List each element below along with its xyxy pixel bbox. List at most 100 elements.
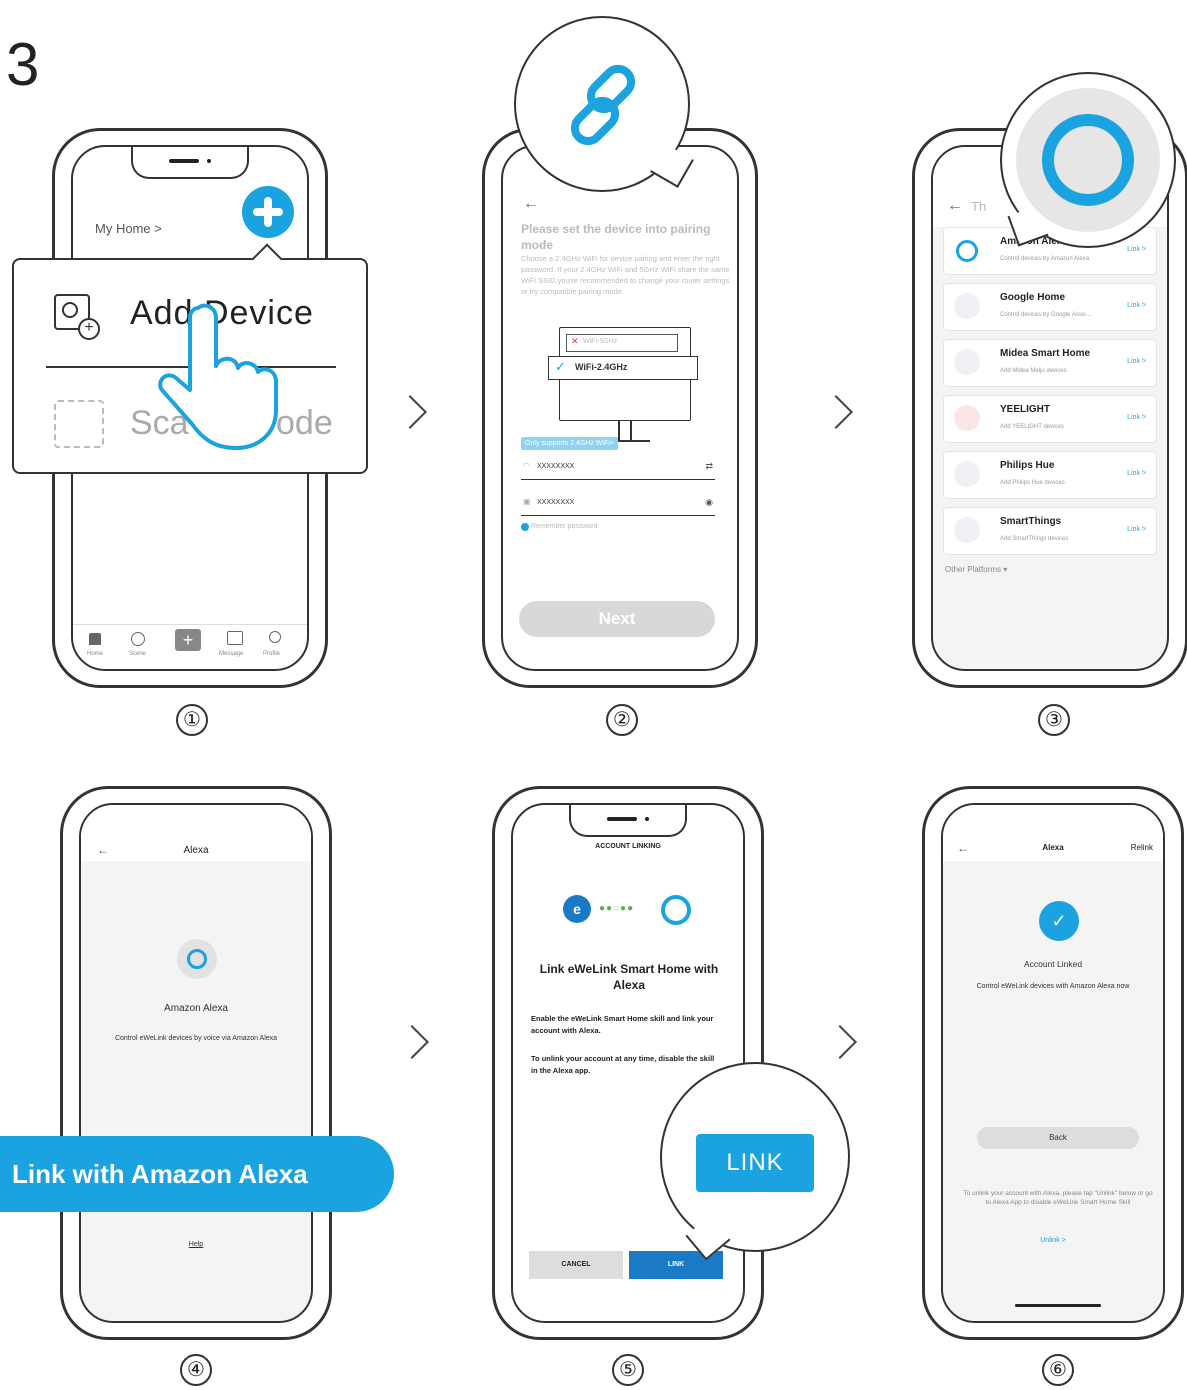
alexa-name: Amazon Alexa: [164, 1003, 228, 1014]
platform-title: SmartThings: [1000, 516, 1062, 527]
next-arrow-icon: [819, 395, 853, 429]
cancel-button[interactable]: CANCEL: [529, 1251, 623, 1279]
link-callout-bubble: LINK: [660, 1062, 850, 1261]
phone-5: ACCOUNT LINKING e ●●◌●● Link eWeLink Sma…: [492, 786, 764, 1340]
home-icon[interactable]: [89, 633, 101, 645]
link-dots: ●●◌●●: [599, 903, 635, 914]
link-chain-icon: [570, 64, 636, 146]
platform-desc: Add Midea Meiju devices: [1000, 368, 1067, 374]
step-number-1: ①: [176, 704, 208, 736]
unlink-link[interactable]: Unlink >: [943, 1237, 1163, 1244]
next-arrow-icon: [823, 1025, 857, 1059]
unlink-note: To unlink your account with Alexa, pleas…: [963, 1190, 1153, 1206]
check-icon: ✓: [555, 359, 566, 374]
platform-link[interactable]: Link >: [1127, 470, 1146, 477]
wifi-24g-option: ✓ WiFi-2.4GHz: [548, 356, 698, 380]
phone-6: ← Alexa Relink ✓ Account Linked Control …: [922, 786, 1184, 1340]
wifi-5g-label: WiFi-5GHz: [583, 338, 618, 345]
platform-desc: Control devices by Amazon Alexa: [1000, 256, 1090, 262]
step-number-5: ⑤: [612, 1354, 644, 1386]
wifi-5g-option: ✕ WiFi-5GHz: [566, 334, 678, 352]
smartthings-icon: [954, 517, 980, 543]
next-button[interactable]: Next: [519, 601, 715, 637]
linking-title: Link eWeLink Smart Home with Alexa: [539, 962, 719, 992]
platform-row[interactable]: SmartThings Add SmartThings devices Link…: [943, 507, 1157, 555]
platform-desc: Control devices by Google Assis...: [1000, 312, 1092, 318]
eye-icon[interactable]: ◉: [705, 497, 713, 508]
platform-row[interactable]: Philips Hue Add Philips Hue devices Link…: [943, 451, 1157, 499]
home-indicator: [1015, 1304, 1101, 1307]
ewelink-icon: e: [563, 895, 591, 923]
plus-button[interactable]: [242, 186, 294, 238]
platform-link[interactable]: Link >: [1127, 302, 1146, 309]
midea-icon: [954, 349, 980, 375]
step-number-3: ③: [1038, 704, 1070, 736]
success-check-icon: ✓: [1039, 901, 1079, 941]
linking-p1: Enable the eWeLink Smart Home skill and …: [531, 1014, 714, 1035]
hand-pointer-icon: [158, 303, 278, 450]
caret-down-icon: ▾: [1003, 565, 1008, 574]
link-callout-button: LINK: [696, 1134, 814, 1192]
phone-4: ← Alexa Amazon Alexa Control eWeLink dev…: [60, 786, 332, 1340]
step-header: 3: [6, 31, 40, 98]
pairing-title: Please set the device into pairing mode: [521, 222, 711, 252]
back-button[interactable]: Back: [977, 1127, 1139, 1149]
ssid-field[interactable]: ◠ XXXXXXXX ⇄: [521, 457, 715, 480]
scene-icon[interactable]: [131, 632, 145, 646]
help-link[interactable]: Help: [81, 1241, 311, 1248]
phone-2: ← Please set the device into pairing mod…: [482, 128, 758, 688]
wifi-24g-label: WiFi-2.4GHz: [575, 362, 628, 372]
nav-home-label: Home: [87, 651, 104, 657]
password-field[interactable]: ▣ XXXXXXXX ◉: [521, 493, 715, 516]
password-value: XXXXXXXX: [537, 499, 575, 506]
platform-row[interactable]: Midea Smart Home Add Midea Meiju devices…: [943, 339, 1157, 387]
home-label[interactable]: My Home >: [95, 221, 162, 236]
philips-hue-icon: [954, 461, 980, 487]
platform-title: Google Home: [1000, 292, 1066, 303]
alexa-page-title: Alexa: [183, 845, 209, 856]
linking-p2: To unlink your account at any time, disa…: [531, 1054, 715, 1075]
platform-row[interactable]: Google Home Control devices by Google As…: [943, 283, 1157, 331]
add-nav-button[interactable]: +: [175, 629, 201, 651]
google-home-icon: [954, 293, 980, 319]
profile-icon[interactable]: [269, 631, 281, 643]
checkbox-icon: [521, 523, 529, 531]
step-number-6: ⑥: [1042, 1354, 1074, 1386]
linked-desc: Control eWeLink devices with Amazon Alex…: [976, 983, 1130, 990]
platform-desc: Add SmartThings devices: [1000, 536, 1069, 542]
relink-button[interactable]: Relink: [1131, 843, 1153, 852]
link-callout-bubble: [514, 16, 694, 192]
platform-link[interactable]: Link >: [1127, 526, 1146, 533]
platform-desc: Add Philips Hue devices: [1000, 480, 1065, 486]
platform-link[interactable]: Link >: [1127, 414, 1146, 421]
message-icon[interactable]: [227, 631, 243, 645]
alexa-icon: [177, 939, 217, 979]
platform-title: Midea Smart Home: [1000, 348, 1091, 359]
back-arrow-icon[interactable]: ←: [947, 197, 963, 215]
switch-icon[interactable]: ⇄: [705, 461, 713, 472]
nav-scene-label: Scene: [129, 651, 147, 657]
alexa-logo-icon: [1042, 114, 1134, 206]
other-platforms-label: Other Platforms: [945, 565, 1002, 574]
alexa-callout-bubble: [1000, 72, 1176, 248]
account-linked-label: Account Linked: [1023, 959, 1083, 969]
lock-icon: ▣: [523, 497, 531, 506]
platform-title: YEELIGHT: [1000, 404, 1051, 415]
nav-profile-label: Profile: [263, 651, 281, 657]
add-device-icon: +: [54, 294, 100, 340]
alexa-icon: [956, 240, 978, 262]
only-supports-badge[interactable]: Only supports 2.4GHz WiFi>: [521, 437, 618, 450]
platform-row[interactable]: YEELIGHT Add YEELIGHT devices Link >: [943, 395, 1157, 443]
platform-link[interactable]: Link >: [1127, 246, 1146, 253]
platform-title: Philips Hue: [1000, 460, 1055, 471]
back-arrow-icon[interactable]: ←: [523, 195, 539, 213]
platform-desc: Add YEELIGHT devices: [1000, 424, 1064, 430]
step-number-2: ②: [606, 704, 638, 736]
link-with-alexa-button[interactable]: Link with Amazon Alexa: [0, 1136, 394, 1212]
wifi-icon: ◠: [523, 461, 530, 470]
nav-message-label: Message: [219, 651, 244, 657]
platforms-title: Th: [971, 199, 987, 214]
monitor-illustration: ✕ WiFi-5GHz ✓ WiFi-2.4GHz: [548, 327, 698, 442]
other-platforms-toggle[interactable]: Other Platforms ▾: [945, 565, 1007, 574]
platform-link[interactable]: Link >: [1127, 358, 1146, 365]
